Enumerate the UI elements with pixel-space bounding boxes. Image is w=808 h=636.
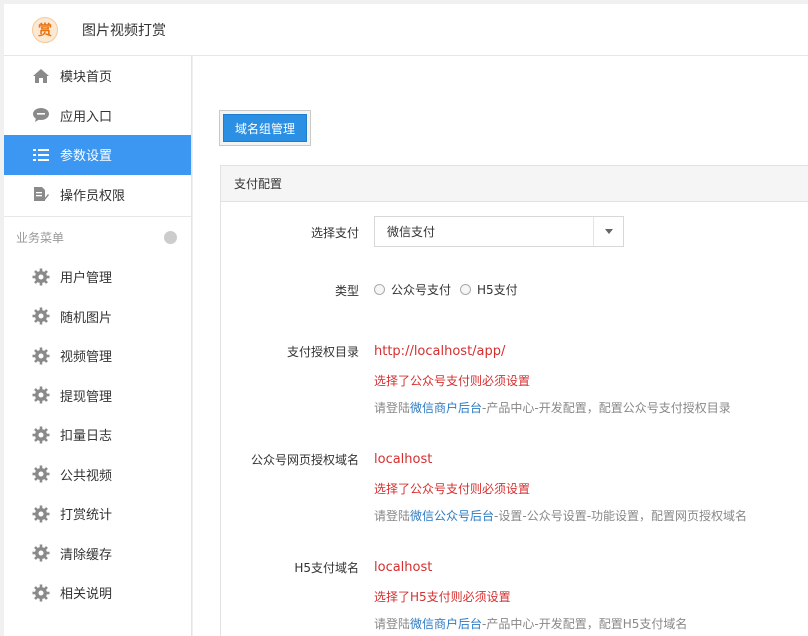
auth-dir-warning: 选择了公众号支付则必须设置 — [374, 374, 531, 388]
domain-group-management-button[interactable]: 域名组管理 — [223, 114, 308, 142]
sidebar-item-label: 用户管理 — [60, 271, 113, 287]
radio-label: 公众号支付 — [391, 283, 452, 297]
gear-icon — [32, 426, 50, 444]
sidebar-item-label: 参数设置 — [60, 149, 113, 165]
sidebar-item-label: 相关说明 — [60, 587, 113, 603]
sidebar-item-operator-permissions[interactable]: 操作员权限 — [4, 175, 191, 215]
app-title: 图片视频打赏 — [82, 22, 166, 39]
sidebar-item-label: 公共视频 — [60, 468, 113, 484]
hint-prefix: 请登陆 — [374, 401, 411, 415]
sidebar-item-parameter-settings[interactable]: 参数设置 — [4, 135, 191, 175]
collapse-toggle-icon[interactable] — [164, 230, 177, 244]
sidebar-item-withdrawal-management[interactable]: 提现管理 — [4, 376, 191, 416]
gear-icon — [32, 347, 50, 365]
section-title: 业务菜单 — [16, 230, 65, 245]
app-logo: 赏 — [32, 16, 58, 43]
chat-bubble-icon — [32, 106, 50, 124]
sidebar-item-label: 提现管理 — [60, 389, 113, 405]
h5-domain-warning: 选择了H5支付则必须设置 — [374, 590, 511, 604]
sidebar-item-module-home[interactable]: 模块首页 — [4, 56, 191, 96]
sidebar-item-label: 随机图片 — [60, 310, 113, 326]
sidebar-item-reward-stats[interactable]: 打赏统计 — [4, 494, 191, 534]
payment-method-select[interactable]: 微信支付 — [374, 216, 624, 247]
hint-suffix: -产品中心-开发配置，配置H5支付域名 — [482, 617, 688, 631]
auth-dir-value: http://localhost/app/ — [374, 344, 506, 359]
sidebar: 模块首页 应用入口 参数设置 操作员权限 业务菜单 用户管理 随机图片 视频管理… — [4, 56, 192, 636]
document-edit-icon — [32, 185, 50, 203]
sidebar-item-user-management[interactable]: 用户管理 — [4, 257, 191, 297]
panel-title: 支付配置 — [234, 177, 283, 191]
oauth-domain-warning: 选择了公众号支付则必须设置 — [374, 482, 531, 496]
sidebar-item-random-images[interactable]: 随机图片 — [4, 297, 191, 337]
sidebar-item-label: 操作员权限 — [60, 188, 126, 204]
auth-dir-hint: 请登陆微信商户后台-产品中心-开发配置，配置公众号支付授权目录 — [374, 399, 731, 416]
panel-header: 支付配置 — [221, 166, 808, 202]
home-icon — [32, 67, 50, 85]
list-settings-icon — [32, 146, 50, 164]
sidebar-item-label: 清除缓存 — [60, 547, 113, 563]
wechat-official-account-backend-link[interactable]: 微信公众号后台 — [410, 509, 494, 523]
gear-icon — [32, 505, 50, 523]
h5-domain-hint: 请登陆微信商户后台-产品中心-开发配置，配置H5支付域名 — [374, 615, 687, 632]
hint-suffix: -设置-公众号设置-功能设置，配置网页授权域名 — [494, 509, 748, 523]
h5-domain-label: H5支付域名 — [294, 561, 359, 575]
type-label: 类型 — [334, 284, 359, 298]
gear-icon — [32, 307, 50, 325]
hint-prefix: 请登陆 — [374, 509, 411, 523]
sidebar-item-deduction-log[interactable]: 扣量日志 — [4, 415, 191, 455]
gear-icon — [32, 386, 50, 404]
gear-icon — [32, 465, 50, 483]
chevron-down-icon[interactable] — [593, 217, 623, 246]
sidebar-item-related-notes[interactable]: 相关说明 — [4, 573, 191, 613]
sidebar-item-label: 打赏统计 — [60, 508, 113, 524]
oauth-domain-value: localhost — [374, 452, 433, 467]
radio-h5-pay[interactable]: H5支付 — [460, 281, 518, 298]
sidebar-item-label: 扣量日志 — [60, 429, 113, 445]
oauth-domain-label: 公众号网页授权域名 — [250, 453, 359, 467]
sidebar-item-app-entry[interactable]: 应用入口 — [4, 96, 191, 136]
wechat-merchant-backend-link[interactable]: 微信商户后台 — [410, 401, 482, 415]
auth-dir-label: 支付授权目录 — [286, 345, 359, 359]
select-value: 微信支付 — [387, 225, 436, 239]
sidebar-item-label: 应用入口 — [60, 109, 113, 125]
sidebar-item-label: 模块首页 — [60, 70, 113, 86]
radio-circle-icon[interactable] — [460, 284, 472, 295]
radio-official-account-pay[interactable]: 公众号支付 — [374, 281, 451, 298]
sidebar-section-business: 业务菜单 — [4, 217, 191, 257]
domain-group-button-wrapper: 域名组管理 — [219, 110, 312, 146]
sidebar-item-clear-cache[interactable]: 清除缓存 — [4, 534, 191, 574]
top-bar: 赏 图片视频打赏 — [4, 4, 808, 56]
radio-label: H5支付 — [477, 283, 518, 297]
gear-icon — [32, 544, 50, 562]
sidebar-item-public-videos[interactable]: 公共视频 — [4, 455, 191, 495]
oauth-domain-hint: 请登陆微信公众号后台-设置-公众号设置-功能设置，配置网页授权域名 — [374, 507, 747, 524]
payment-config-panel: 支付配置 选择支付 微信支付 类型 公众号支付 H5支付 支付授权目录 http… — [220, 165, 808, 636]
gear-icon — [32, 268, 50, 286]
main-content: 域名组管理 支付配置 选择支付 微信支付 类型 公众号支付 H5支付 支付授权目… — [193, 56, 808, 636]
h5-domain-value: localhost — [374, 560, 433, 575]
payment-select-label: 选择支付 — [310, 226, 359, 240]
hint-suffix: -产品中心-开发配置，配置公众号支付授权目录 — [482, 401, 731, 415]
sidebar-item-video-management[interactable]: 视频管理 — [4, 336, 191, 376]
hint-prefix: 请登陆 — [374, 617, 411, 631]
payment-type-radio-group: 公众号支付 H5支付 — [374, 281, 527, 298]
gear-icon — [32, 584, 50, 602]
sidebar-item-label: 视频管理 — [60, 350, 113, 366]
wechat-merchant-backend-link[interactable]: 微信商户后台 — [410, 617, 482, 631]
radio-circle-icon[interactable] — [374, 284, 385, 295]
